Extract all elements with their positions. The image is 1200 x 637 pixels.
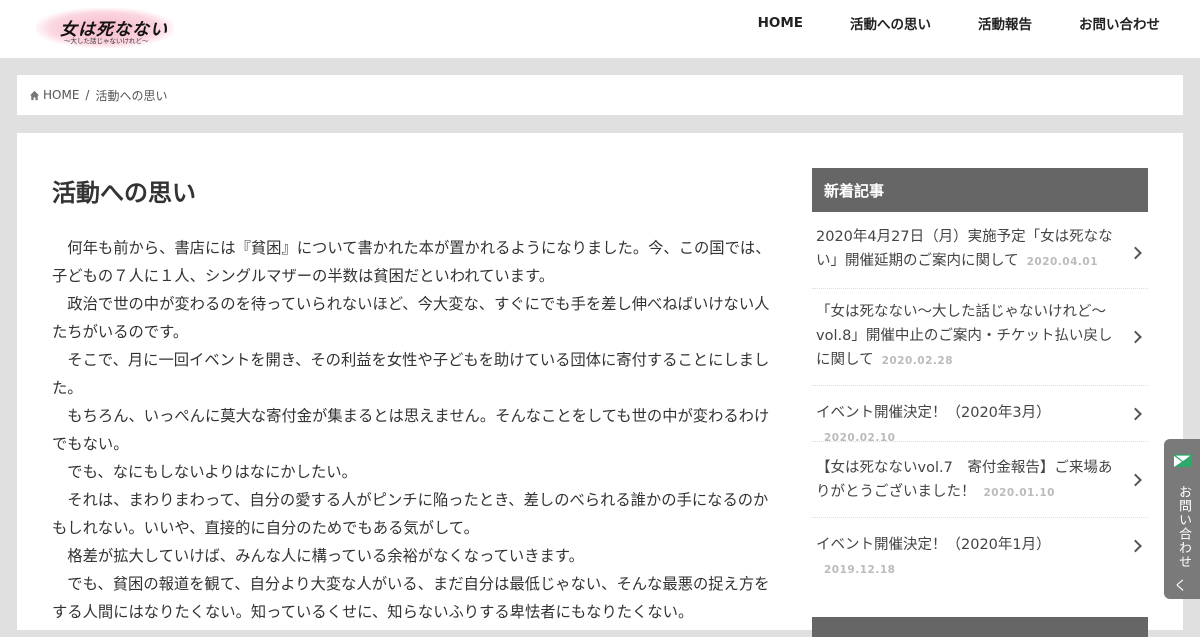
logo-subtitle: 〜大した話じゃないけれど〜 <box>64 37 149 45</box>
sidebar-second-heading <box>812 617 1148 637</box>
breadcrumb-home-label: HOME <box>43 88 80 102</box>
contact-tab-label: お問い合わせ <box>1176 485 1191 569</box>
site-header: 女は死なない 〜大した話じゃないけれど〜 HOME 活動への思い 活動報告 お問… <box>0 0 1200 58</box>
article-paragraph: 何年も前から、書店には『貧困』について書かれた本が置かれるようになりました。今、… <box>52 239 771 285</box>
contact-tab-arrow: く <box>1174 579 1188 594</box>
recent-post-date: 2019.12.18 <box>824 564 896 576</box>
recent-post-title: イベント開催決定！（2020年3月） <box>816 405 1051 421</box>
recent-post-item[interactable]: 「女は死なない〜大した話じゃないけれど〜vol.8」開催中止のご案内・チケット払… <box>812 289 1148 386</box>
recent-post-item[interactable]: 【女は死なないvol.7 寄付金報告】ご来場ありがとうございました！ 2020.0… <box>812 442 1148 518</box>
article-paragraph: それは、まわりまわって、自分の愛する人がピンチに陥ったとき、差しのべられる誰かの… <box>52 491 769 537</box>
home-icon <box>29 90 40 100</box>
chevron-right-icon <box>1129 246 1142 259</box>
nav-activity-thoughts[interactable]: 活動への思い <box>850 13 931 33</box>
chevron-right-icon <box>1129 330 1142 344</box>
recent-post-item[interactable]: 2020年4月27日（月）実施予定「女は死なない」開催延期のご案内に関して 202… <box>812 217 1148 289</box>
recent-post-item[interactable]: イベント開催決定！（2020年3月）2020.02.10 <box>812 386 1148 444</box>
breadcrumb-current: 活動への思い <box>95 88 168 103</box>
contact-side-tab[interactable]: お問い合わせ く <box>1164 439 1200 599</box>
site-logo[interactable]: 女は死なない 〜大した話じゃないけれど〜 <box>36 8 174 48</box>
recent-post-title: イベント開催決定！（2020年1月） <box>816 537 1051 553</box>
page-title: 活動への思い <box>52 179 196 207</box>
recent-post-title: 【女は死なないvol.7 寄付金報告】ご来場ありがとうございました！ <box>816 460 1113 500</box>
recent-post-title: 「女は死なない〜大した話じゃないけれど〜vol.8」開催中止のご案内・チケット払… <box>816 304 1113 368</box>
recent-post-date: 2020.04.01 <box>1026 256 1099 268</box>
nav-activity-report[interactable]: 活動報告 <box>978 13 1032 33</box>
main-panel: 活動への思い 何年も前から、書店には『貧困』について書かれた本が置かれるようにな… <box>17 133 1183 637</box>
nav-contact[interactable]: お問い合わせ <box>1079 13 1160 33</box>
article-paragraph: でも、貧困の報道を観て、自分より大変な人がいる、まだ自分は最低じゃない、そんな最… <box>52 575 770 621</box>
article-paragraph: でも、なにもしないよりはなにかしたい。 <box>67 463 357 481</box>
recent-post-date: 2020.01.10 <box>983 487 1055 499</box>
recent-post-item[interactable]: イベント開催決定！（2020年1月） 2019.12.18 <box>812 518 1148 576</box>
recent-posts-list: 2020年4月27日（月）実施予定「女は死なない」開催延期のご案内に関して 202… <box>812 217 1148 576</box>
chevron-right-icon <box>1129 539 1142 553</box>
nav-home[interactable]: HOME <box>758 15 803 31</box>
article-paragraph: そこで、月に一回イベントを開き、その利益を女性や子どもを助けている団体に寄付する… <box>52 351 770 397</box>
breadcrumb: HOME / 活動への思い <box>17 75 1183 115</box>
sidebar-heading: 新着記事 <box>812 168 1148 212</box>
breadcrumb-home[interactable]: HOME <box>29 88 79 102</box>
global-nav: HOME 活動への思い 活動報告 お問い合わせ <box>711 0 1160 46</box>
article-body: 何年も前から、書店には『貧困』について書かれた本が置かれるようになりました。今、… <box>52 234 776 626</box>
article-paragraph: もちろん、いっぺんに莫大な寄付金が集まるとは思えません。そんなことをしても世の中… <box>52 407 770 453</box>
recent-post-date: 2020.02.28 <box>881 355 954 367</box>
chevron-right-icon <box>1129 407 1142 420</box>
contact-icon <box>1173 454 1193 467</box>
article-paragraph: 政治で世の中が変わるのを待っていられないほど、今大変な、すぐにでも手を差し伸べね… <box>52 295 770 341</box>
chevron-right-icon <box>1129 473 1142 486</box>
article-paragraph: 格差が拡大していけば、みんな人に構っている余裕がなくなっていきます。 <box>67 547 584 565</box>
breadcrumb-separator: / <box>85 88 90 102</box>
